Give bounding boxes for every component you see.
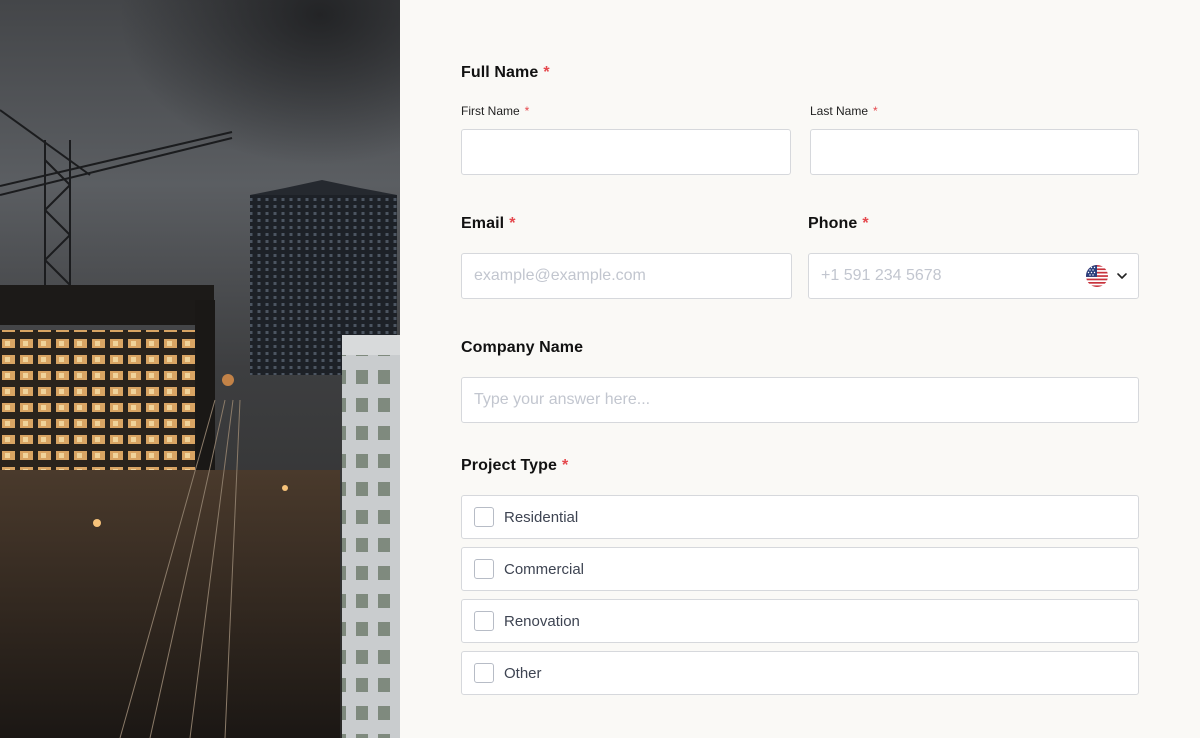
project-option-residential[interactable]: Residential [461,495,1139,539]
checkbox[interactable] [474,559,494,579]
contact-form: Full Name * First Name * Last Name * Email *… [400,0,1200,738]
required-asterisk: * [543,64,550,81]
last-name-label: Last Name * [810,104,878,118]
required-asterisk: * [862,215,869,232]
phone-label-text: Phone [808,215,858,232]
company-name-label-text: Company Name [461,339,584,356]
hero-photo [0,0,400,738]
project-option-commercial[interactable]: Commercial [461,547,1139,591]
email-label: Email * [461,215,516,233]
required-asterisk: * [524,104,530,118]
full-name-label: Full Name * [461,64,550,82]
last-name-input[interactable] [810,129,1139,175]
project-option-renovation[interactable]: Renovation [461,599,1139,643]
option-label: Renovation [504,612,580,630]
first-name-label-text: First Name [461,104,520,118]
country-code-select[interactable] [1086,253,1128,299]
lit-building [0,330,195,470]
last-name-label-text: Last Name [810,104,869,118]
checkbox[interactable] [474,611,494,631]
email-input[interactable] [461,253,792,299]
checkbox[interactable] [474,663,494,683]
company-name-input[interactable] [461,377,1139,423]
project-type-label: Project Type * [461,457,568,475]
option-label: Residential [504,508,579,526]
full-name-label-text: Full Name [461,64,539,81]
project-type-label-text: Project Type [461,457,558,474]
option-label: Commercial [504,560,585,578]
first-name-input[interactable] [461,129,791,175]
first-name-label: First Name * [461,104,529,118]
checkbox[interactable] [474,507,494,527]
us-flag-icon [1086,265,1108,287]
garage-building [342,335,400,738]
required-asterisk: * [509,215,516,232]
company-name-label: Company Name [461,339,583,357]
project-option-other[interactable]: Other [461,651,1139,695]
email-label-text: Email [461,215,505,232]
option-label: Other [504,664,542,682]
city-construction-illustration [0,0,400,738]
phone-label: Phone * [808,215,869,233]
chevron-down-icon [1117,273,1127,279]
required-asterisk: * [873,104,878,118]
required-asterisk: * [562,457,569,474]
